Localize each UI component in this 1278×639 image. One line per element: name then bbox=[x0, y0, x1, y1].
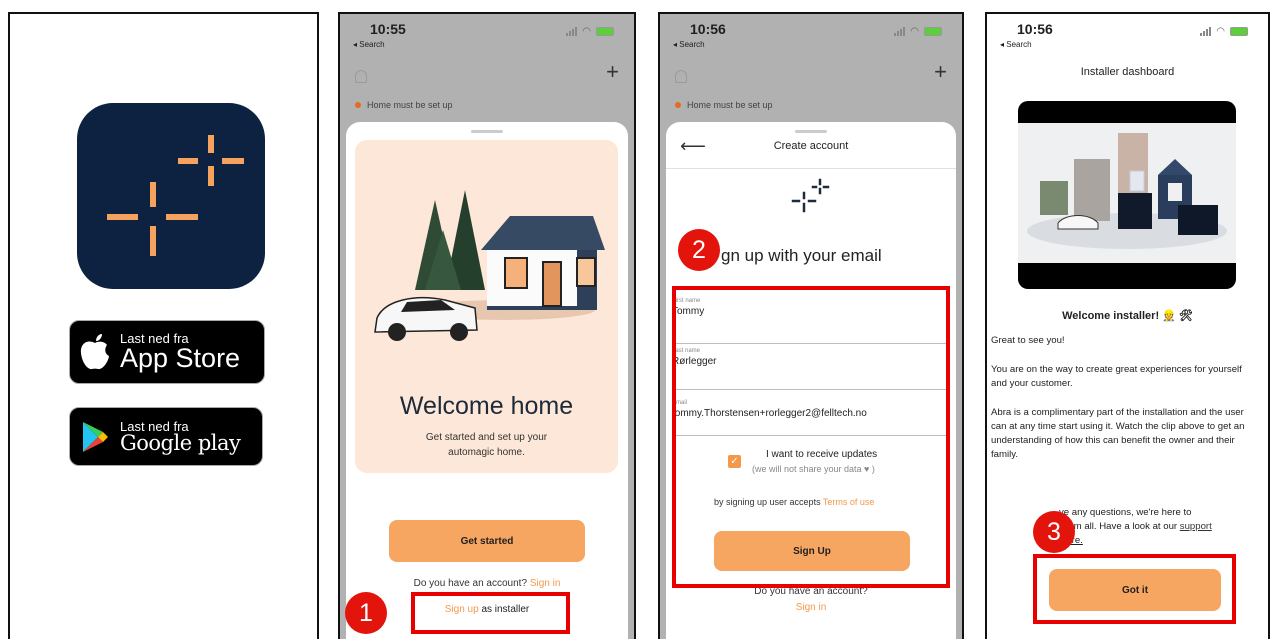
signal-icon bbox=[1200, 27, 1212, 36]
back-to-search-link[interactable]: ◂ Search bbox=[673, 40, 705, 49]
sign-in-link[interactable]: Sign in bbox=[530, 578, 561, 589]
abra-paragraph: Abra is a complimentary part of the inst… bbox=[991, 407, 1245, 460]
support-link[interactable]: support bbox=[1180, 521, 1212, 532]
app-download-panel: Last ned fra App Store Last ned fra Goog… bbox=[8, 12, 319, 639]
google-play-icon bbox=[70, 408, 120, 465]
status-bar: 10:56 ◂ Search ◠ bbox=[987, 14, 1268, 58]
status-icons: ◠ bbox=[1200, 26, 1248, 37]
wifi-icon: ◠ bbox=[582, 26, 591, 37]
get-started-button[interactable]: Get started bbox=[389, 520, 585, 562]
questions-line-2: hem all. Have a look at our support bbox=[1063, 520, 1250, 534]
abra-logo-icon bbox=[107, 135, 244, 256]
add-icon[interactable]: + bbox=[606, 59, 619, 85]
highlight-box-signup-form bbox=[672, 286, 950, 588]
abra-app-icon[interactable] bbox=[77, 103, 265, 289]
greeting-text: Great to see you! bbox=[991, 335, 1065, 346]
appstore-big-text: App Store bbox=[120, 343, 241, 373]
welcome-subtitle: Get started and set up your automagic ho… bbox=[425, 432, 548, 458]
back-to-search-link[interactable]: ◂ Search bbox=[353, 40, 385, 49]
signup-title: gn up with your email bbox=[721, 246, 882, 265]
battery-icon bbox=[924, 27, 942, 36]
signal-icon bbox=[566, 27, 578, 36]
dashboard-title: Installer dashboard bbox=[1080, 66, 1175, 78]
intro-video[interactable] bbox=[1018, 101, 1236, 289]
sign-in-link[interactable]: Sign in bbox=[666, 602, 956, 613]
house-illustration bbox=[374, 190, 605, 341]
highlight-box-got-it bbox=[1033, 554, 1236, 624]
support-here-link[interactable]: here. bbox=[1061, 534, 1250, 548]
back-to-search-link[interactable]: ◂ Search bbox=[1000, 40, 1032, 49]
step-2-marker: 2 bbox=[678, 229, 720, 271]
apple-icon bbox=[70, 321, 120, 383]
installer-dashboard-panel: 10:56 ◂ Search ◠ Installer dashboard Wel… bbox=[985, 12, 1270, 639]
welcome-card: Welcome home Get started and set up your… bbox=[355, 140, 618, 473]
status-icons: ◠ bbox=[894, 26, 942, 37]
city-video-thumbnail bbox=[1018, 123, 1236, 263]
battery-icon bbox=[1230, 27, 1248, 36]
step-3-marker: 3 bbox=[1033, 511, 1075, 553]
wifi-icon: ◠ bbox=[1216, 26, 1225, 37]
bell-icon[interactable] bbox=[355, 70, 367, 83]
status-time: 10:56 bbox=[1017, 21, 1053, 37]
status-bar: 10:56 ◂ Search ◠ bbox=[660, 14, 962, 58]
have-account-prompt: Do you have an account? Sign in bbox=[346, 578, 628, 589]
create-account-title: Create account bbox=[773, 140, 849, 152]
google-play-badge[interactable]: Last ned fra Google play bbox=[69, 407, 263, 466]
nav-divider bbox=[666, 168, 956, 169]
step-1-marker: 1 bbox=[345, 592, 387, 634]
signal-icon bbox=[894, 27, 906, 36]
sheet-grabber[interactable] bbox=[471, 130, 503, 133]
abra-logo-icon bbox=[791, 178, 830, 213]
welcome-installer-heading: Welcome installer! 👷 🛠 bbox=[1062, 310, 1193, 322]
status-time: 10:55 bbox=[370, 21, 406, 37]
welcome-title: Welcome home bbox=[399, 392, 574, 420]
bell-icon[interactable] bbox=[675, 70, 687, 83]
home-setup-status: Home must be set up bbox=[675, 100, 773, 110]
add-icon[interactable]: + bbox=[934, 59, 947, 85]
have-account-text: Do you have an account? bbox=[413, 578, 528, 589]
status-dot-icon bbox=[675, 102, 681, 108]
questions-line-1: ve any questions, we're here to bbox=[1059, 507, 1192, 518]
battery-icon bbox=[596, 27, 614, 36]
googleplay-big-text: Google play bbox=[120, 430, 241, 455]
home-setup-text: Home must be set up bbox=[367, 100, 453, 110]
status-bar: 10:55 ◂ Search ◠ bbox=[340, 14, 634, 58]
create-account-panel: 10:56 ◂ Search ◠ + Home must be set up ⟵… bbox=[658, 12, 964, 639]
wifi-icon: ◠ bbox=[910, 26, 919, 37]
status-icons: ◠ bbox=[566, 26, 614, 37]
welcome-sheet: Welcome home Get started and set up your… bbox=[346, 122, 628, 639]
home-setup-status: Home must be set up bbox=[355, 100, 453, 110]
status-dot-icon bbox=[355, 102, 361, 108]
questions-text: hem all. Have a look at our bbox=[1063, 521, 1178, 532]
intro-paragraph: You are on the way to create great exper… bbox=[991, 364, 1242, 389]
welcome-screen-panel: 10:55 ◂ Search ◠ + Home must be set up W… bbox=[338, 12, 636, 639]
status-time: 10:56 bbox=[690, 21, 726, 37]
highlight-box-signup-installer bbox=[411, 592, 570, 634]
app-store-badge[interactable]: Last ned fra App Store bbox=[69, 320, 265, 384]
sheet-grabber[interactable] bbox=[795, 130, 827, 133]
home-setup-text: Home must be set up bbox=[687, 100, 773, 110]
